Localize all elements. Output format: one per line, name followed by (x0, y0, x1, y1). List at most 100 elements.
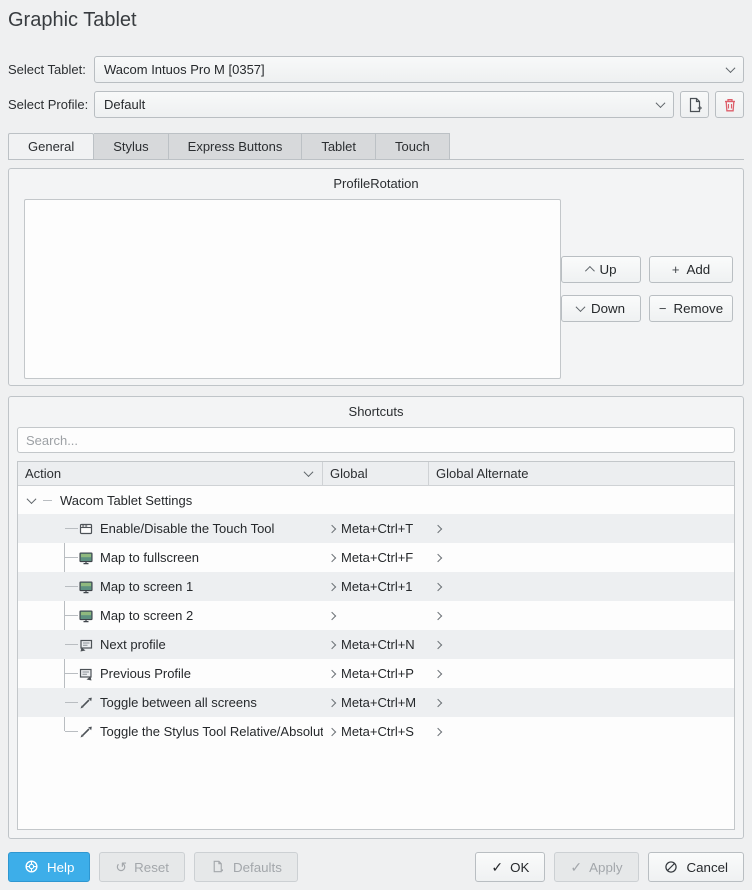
add-label: Add (686, 262, 710, 277)
action-column-label: Action (25, 466, 61, 481)
expander-icon[interactable] (27, 494, 37, 504)
shortcut-expander-icon[interactable] (434, 554, 442, 562)
trash-icon (722, 97, 738, 113)
search-input[interactable] (17, 427, 735, 453)
profile-combobox[interactable]: Default (94, 91, 674, 118)
delete-profile-button[interactable] (715, 91, 744, 118)
undo-icon: ↺ (115, 860, 127, 874)
shortcut-expander-icon[interactable] (328, 525, 336, 533)
minus-icon: − (659, 302, 667, 315)
reset-button[interactable]: ↺ Reset (99, 852, 185, 882)
ok-label: OK (510, 860, 529, 875)
global-column-label: Global (330, 466, 368, 481)
shortcut-expander-icon[interactable] (328, 699, 336, 707)
shortcut-row[interactable]: Next profile Meta+Ctrl+N (18, 630, 734, 659)
help-buoy-icon (24, 859, 40, 875)
tab-tablet[interactable]: Tablet (301, 133, 375, 159)
shortcut-expander-icon[interactable] (328, 670, 336, 678)
shortcut-row[interactable]: Toggle the Stylus Tool Relative/Absolute… (18, 717, 734, 746)
column-header-global-alternate[interactable]: Global Alternate (429, 462, 734, 485)
global-alternate-column-label: Global Alternate (436, 466, 529, 481)
table-header: Action Global Global Alternate (18, 462, 734, 486)
help-label: Help (47, 860, 74, 875)
sort-indicator-icon (304, 467, 314, 477)
chevron-down-icon (576, 302, 586, 312)
shortcut-expander-icon[interactable] (434, 728, 442, 736)
apply-label: Apply (589, 860, 622, 875)
tab-express-buttons[interactable]: Express Buttons (168, 133, 302, 159)
monitor-icon (78, 608, 94, 624)
cancel-icon (664, 860, 680, 874)
shortcuts-group: Shortcuts Action Global Global Alternate (8, 396, 744, 839)
shortcut-expander-icon[interactable] (434, 525, 442, 533)
apply-button[interactable]: ✓ Apply (554, 852, 638, 882)
shortcut-expander-icon[interactable] (328, 554, 336, 562)
stylus-icon (78, 695, 94, 711)
tab-stylus[interactable]: Stylus (94, 133, 167, 159)
tree-root-row[interactable]: Wacom Tablet Settings (18, 486, 734, 514)
select-tablet-label: Select Tablet: (8, 62, 94, 77)
profile-rotation-group: ProfileRotation Up + Add Down (8, 168, 744, 386)
shortcut-expander-icon[interactable] (434, 612, 442, 620)
document-revert-icon (210, 859, 226, 875)
checkmark-icon: ✓ (570, 860, 582, 874)
column-header-global[interactable]: Global (323, 462, 429, 485)
move-up-label: Up (599, 262, 616, 277)
profile-rotation-body: Up + Add Down − Remove (17, 199, 735, 379)
shortcut-row[interactable]: Previous Profile Meta+Ctrl+P (18, 659, 734, 688)
chevron-down-icon (656, 98, 666, 108)
tab-general[interactable]: General (8, 133, 94, 159)
shortcut-expander-icon[interactable] (328, 583, 336, 591)
shortcut-expander-icon[interactable] (328, 728, 336, 736)
plus-icon: + (672, 263, 680, 276)
tablet-selector-row: Select Tablet: Wacom Intuos Pro M [0357] (8, 56, 744, 83)
shortcut-expander-icon[interactable] (434, 583, 442, 591)
cancel-button[interactable]: Cancel (648, 852, 745, 882)
shortcut-expander-icon[interactable] (328, 612, 336, 620)
move-down-button[interactable]: Down (561, 295, 641, 322)
shortcut-row[interactable]: Enable/Disable the Touch Tool Meta+Ctrl+… (18, 514, 734, 543)
tablet-combobox-value: Wacom Intuos Pro M [0357] (104, 62, 727, 77)
shortcuts-title: Shortcuts (17, 403, 735, 421)
monitor-icon (78, 550, 94, 566)
add-button[interactable]: + Add (649, 256, 733, 283)
monitor-icon (78, 579, 94, 595)
remove-button[interactable]: − Remove (649, 295, 733, 322)
defaults-label: Defaults (233, 860, 282, 875)
defaults-button[interactable]: Defaults (194, 852, 298, 882)
shortcut-expander-icon[interactable] (434, 699, 442, 707)
new-document-icon (687, 97, 703, 113)
shortcut-rows: Enable/Disable the Touch Tool Meta+Ctrl+… (18, 514, 734, 746)
profile-rotation-title: ProfileRotation (17, 175, 735, 193)
move-up-button[interactable]: Up (561, 256, 641, 283)
shortcut-row[interactable]: Toggle between all screens Meta+Ctrl+M (18, 688, 734, 717)
reset-label: Reset (134, 860, 169, 875)
ok-button[interactable]: ✓ OK (475, 852, 545, 882)
branch-line (43, 500, 52, 501)
profile-combobox-value: Default (104, 97, 657, 112)
cancel-label: Cancel (687, 860, 729, 875)
shortcut-row[interactable]: Map to fullscreen Meta+Ctrl+F (18, 543, 734, 572)
next-profile-icon (78, 637, 94, 653)
help-button[interactable]: Help (8, 852, 90, 882)
checkmark-icon: ✓ (491, 860, 503, 874)
column-header-action[interactable]: Action (18, 462, 323, 485)
button-box: Help ↺ Reset Defaults ✓ OK ✓ Apply Cance… (8, 852, 744, 882)
chevron-down-icon (726, 63, 736, 73)
shortcut-row[interactable]: Map to screen 1 Meta+Ctrl+1 (18, 572, 734, 601)
shortcuts-table: Action Global Global Alternate Wacom Tab… (17, 461, 735, 830)
page-title: Graphic Tablet (8, 6, 744, 34)
move-down-label: Down (591, 301, 625, 316)
profile-rotation-list[interactable] (24, 199, 561, 379)
shortcut-expander-icon[interactable] (434, 670, 442, 678)
shortcut-expander-icon[interactable] (328, 641, 336, 649)
select-profile-label: Select Profile: (8, 97, 94, 112)
previous-profile-icon (78, 666, 94, 682)
shortcut-expander-icon[interactable] (434, 641, 442, 649)
tab-bar: GeneralStylusExpress ButtonsTabletTouch (8, 133, 744, 160)
new-profile-button[interactable] (680, 91, 709, 118)
shortcut-row[interactable]: Map to screen 2 (18, 601, 734, 630)
tab-touch[interactable]: Touch (375, 133, 450, 159)
tablet-combobox[interactable]: Wacom Intuos Pro M [0357] (94, 56, 744, 83)
remove-label: Remove (673, 301, 723, 316)
